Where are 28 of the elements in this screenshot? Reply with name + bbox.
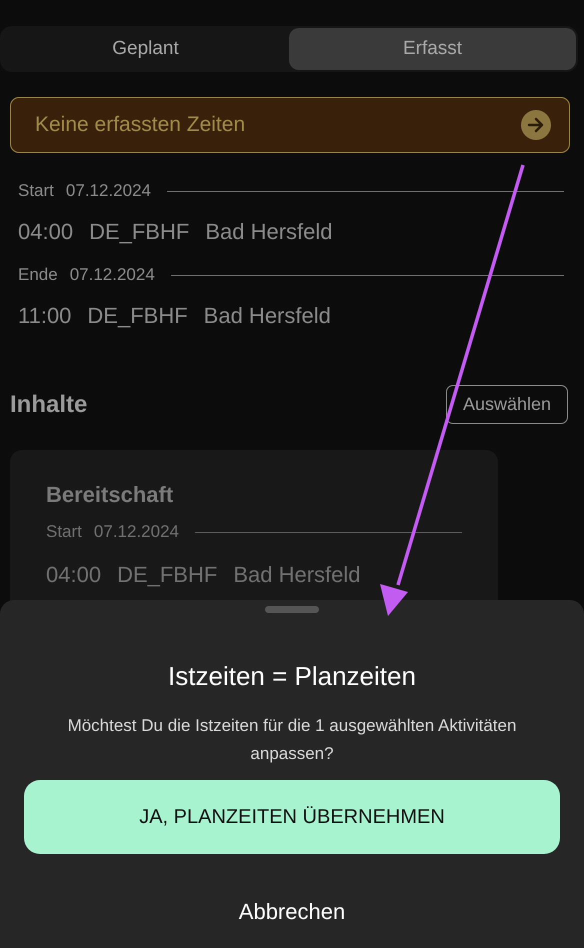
confirm-button[interactable]: JA, PLANZEITEN ÜBERNEHMEN <box>24 780 560 854</box>
station-code: DE_FBHF <box>89 219 190 245</box>
drag-handle[interactable] <box>265 606 319 613</box>
time-label: Start <box>46 522 82 542</box>
date-text: 07.12.2024 <box>94 522 179 542</box>
time-text: 04:00 <box>46 562 102 588</box>
select-button[interactable]: Auswählen <box>446 385 568 424</box>
time-label: Ende <box>18 265 58 285</box>
date-text: 07.12.2024 <box>70 265 155 285</box>
sheet-message: Möchtest Du die Istzeiten für die 1 ausgewählten Aktivitäten anpassen? <box>66 715 518 765</box>
date-text: 07.12.2024 <box>66 181 151 201</box>
card-title: Bereitschaft <box>46 482 174 508</box>
tab[interactable]: Erfasst <box>289 28 576 70</box>
station-name: Bad Hersfeld <box>204 303 331 329</box>
banner-text: Keine erfassten Zeiten <box>35 113 246 137</box>
arrow-right-icon <box>521 110 551 140</box>
station-code: DE_FBHF <box>117 562 218 588</box>
cancel-button[interactable]: Abbrechen <box>232 898 352 926</box>
time-text: 11:00 <box>18 303 72 329</box>
station-name: Bad Hersfeld <box>205 219 332 245</box>
status-banner[interactable]: Keine erfassten Zeiten <box>10 97 570 153</box>
time-text: 04:00 <box>18 219 74 245</box>
station-code: DE_FBHF <box>87 303 188 329</box>
station-name: Bad Hersfeld <box>233 562 360 588</box>
section-title: Inhalte <box>10 390 88 418</box>
tab[interactable]: Geplant <box>2 28 289 70</box>
time-label: Start <box>18 181 54 201</box>
sheet-title: Istzeiten = Planzeiten <box>168 661 416 692</box>
